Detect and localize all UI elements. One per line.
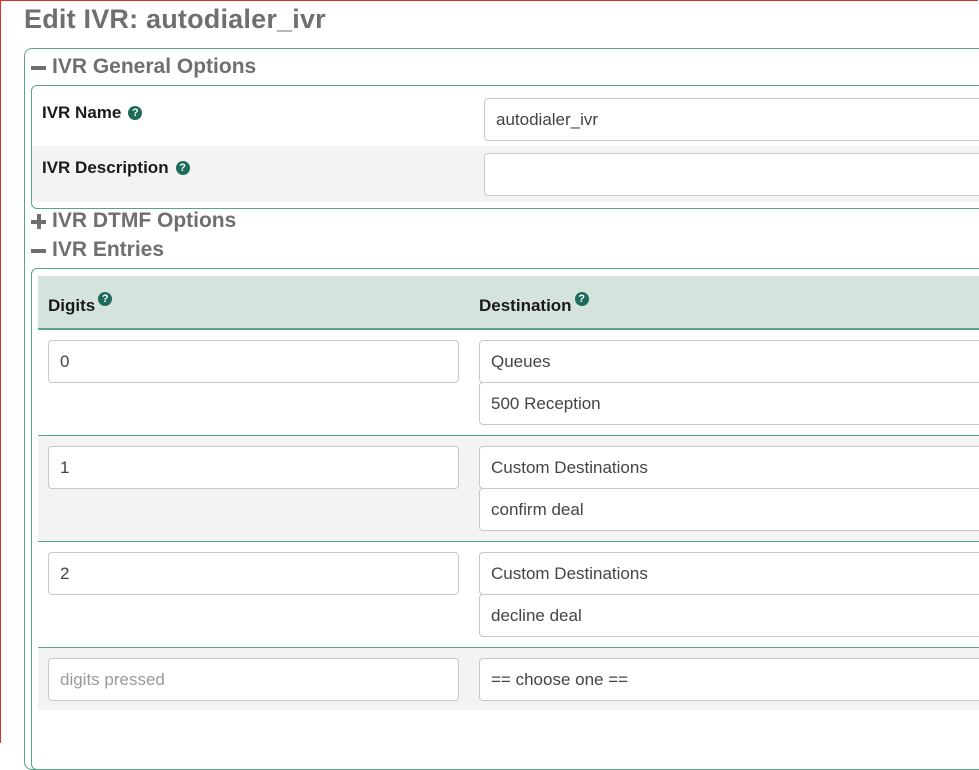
destination-header: Destination ? xyxy=(479,292,589,316)
destination-type-select[interactable] xyxy=(479,446,979,489)
ivr-name-label: IVR Name ? xyxy=(42,103,143,123)
ivr-description-input[interactable] xyxy=(484,153,979,196)
minus-icon xyxy=(31,243,46,258)
ivr-name-label-text: IVR Name xyxy=(42,103,122,122)
section-title-entries: IVR Entries xyxy=(52,238,165,261)
destination-header-text: Destination xyxy=(479,296,572,315)
help-icon[interactable]: ? xyxy=(574,292,589,306)
plus-icon xyxy=(31,213,46,229)
destination-new-select[interactable] xyxy=(479,658,979,701)
help-icon[interactable]: ? xyxy=(98,292,113,306)
section-toggle-dtmf[interactable]: IVR DTMF Options xyxy=(31,209,236,233)
entries-table-header: Digits ? Destination ? xyxy=(38,276,979,330)
section-title-dtmf: IVR DTMF Options xyxy=(52,209,237,232)
minus-icon xyxy=(31,60,46,75)
destination-target-select[interactable] xyxy=(479,488,979,531)
destination-type-select[interactable] xyxy=(479,340,979,383)
page-title: Edit IVR: autodialer_ivr xyxy=(24,4,326,34)
section-toggle-general[interactable]: IVR General Options xyxy=(31,55,256,79)
section-toggle-entries[interactable]: IVR Entries xyxy=(31,238,164,262)
help-icon[interactable]: ? xyxy=(175,161,190,175)
ivr-name-input[interactable] xyxy=(484,98,979,141)
help-icon[interactable]: ? xyxy=(128,106,143,120)
ivr-description-label: IVR Description ? xyxy=(42,158,190,178)
digits-new-input[interactable] xyxy=(48,658,459,701)
section-title-general: IVR General Options xyxy=(52,55,257,78)
destination-type-select[interactable] xyxy=(479,552,979,595)
destination-target-select[interactable] xyxy=(479,594,979,637)
digits-header: Digits ? xyxy=(48,292,113,316)
digits-input[interactable] xyxy=(48,340,459,383)
digits-header-text: Digits xyxy=(48,296,96,315)
digits-input[interactable] xyxy=(48,552,459,595)
destination-target-select[interactable] xyxy=(479,382,979,425)
ivr-description-label-text: IVR Description xyxy=(42,158,169,177)
digits-input[interactable] xyxy=(48,446,459,489)
